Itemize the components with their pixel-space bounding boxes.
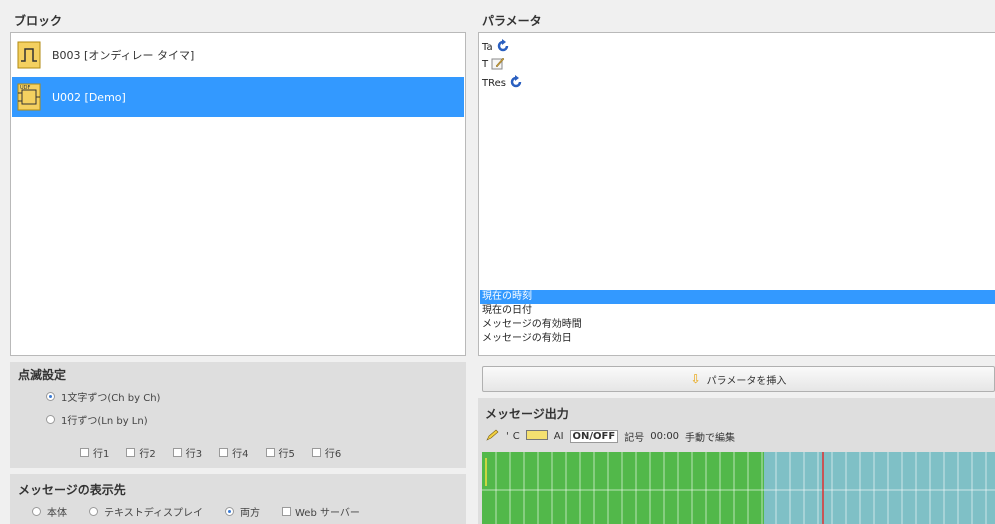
refresh-icon <box>493 38 510 56</box>
radio-button[interactable] <box>46 392 55 401</box>
dest-option-base[interactable]: 本体 <box>32 504 67 519</box>
param-ta[interactable]: Ta <box>482 38 510 56</box>
option-message-valid-date[interactable]: メッセージの有効日 <box>480 332 995 346</box>
checkbox[interactable] <box>282 507 291 516</box>
option-current-date[interactable]: 現在の日付 <box>480 304 995 318</box>
output-toolbar: ' C AI ON/OFF 記号 00:00 手動で編集 <box>486 428 741 444</box>
parameters-header: パラメータ <box>482 14 542 28</box>
dest-option-web-server[interactable]: Web サーバー <box>282 504 360 519</box>
down-arrow-icon: ⇩ <box>690 372 701 386</box>
block-item-b003[interactable]: B003 [オンディレー タイマ] <box>12 35 464 75</box>
refresh-icon <box>506 74 523 92</box>
color-swatch-icon[interactable] <box>525 429 548 443</box>
checkbox[interactable] <box>80 448 89 457</box>
row-checkbox[interactable]: 行3 <box>172 445 202 460</box>
row-checkbox[interactable]: 行4 <box>219 445 249 460</box>
checkbox[interactable] <box>265 448 275 457</box>
message-text-editor: ブロック B003 [オンディレー タイマ] UDF U002 [Demo] パ… <box>0 0 995 524</box>
row-checkbox[interactable]: 行2 <box>126 445 156 460</box>
toolbar-symbol[interactable]: 記号 <box>624 429 644 444</box>
radio-button[interactable] <box>89 507 98 516</box>
blink-row-checkboxes: 行1 行2 行3 行4 行5 行6 <box>80 445 358 460</box>
blink-settings-header: 点滅設定 <box>18 368 67 382</box>
checkbox[interactable] <box>172 448 182 457</box>
dest-option-text-display[interactable]: テキストディスプレイ <box>89 504 203 519</box>
timer-icon <box>16 40 42 70</box>
dest-option-both[interactable]: 両方 <box>225 504 260 519</box>
message-output-header: メッセージ出力 <box>485 407 569 421</box>
param-tres[interactable]: TRes <box>482 74 523 92</box>
cursor-marker: ' <box>506 430 509 442</box>
row-checkbox[interactable]: 行5 <box>265 445 295 460</box>
display-destination-header: メッセージの表示先 <box>18 483 126 497</box>
block-label: U002 [Demo] <box>52 90 126 104</box>
blink-mode-char[interactable]: 1文字ずつ(Ch by Ch) <box>46 389 160 404</box>
block-label: B003 [オンディレー タイマ] <box>52 49 195 62</box>
edit-icon <box>488 56 505 73</box>
pencil-icon[interactable] <box>486 429 500 444</box>
option-current-time[interactable]: 現在の時刻 <box>480 290 995 304</box>
checkbox[interactable] <box>311 448 321 457</box>
blocks-list[interactable]: B003 [オンディレー タイマ] UDF U002 [Demo] <box>10 32 466 356</box>
toolbar-c[interactable]: C <box>513 431 520 442</box>
toolbar-ai[interactable]: AI <box>554 431 564 442</box>
destination-options: 本体 テキストディスプレイ 両方 Web サーバー <box>32 504 382 519</box>
parameters-list[interactable]: Ta T TRes 現在の時刻 現在の日付 メッセージの有効時間 メッセージの有… <box>478 32 995 356</box>
checkbox[interactable] <box>126 448 136 457</box>
toolbar-onoff[interactable]: ON/OFF <box>569 429 619 443</box>
row-checkbox[interactable]: 行1 <box>80 445 109 460</box>
svg-text:UDF: UDF <box>20 85 31 91</box>
message-output-lcd[interactable] <box>482 452 995 524</box>
udf-block-icon: UDF <box>16 82 42 112</box>
lcd-teal-area <box>764 452 995 524</box>
blocks-header: ブロック <box>14 14 63 28</box>
param-t[interactable]: T <box>482 56 505 72</box>
insert-parameter-button[interactable]: ⇩ パラメータを挿入 <box>482 366 995 392</box>
toolbar-time[interactable]: 00:00 <box>650 431 679 442</box>
radio-button[interactable] <box>32 507 41 516</box>
radio-button[interactable] <box>46 415 55 424</box>
toolbar-manual-edit[interactable]: 手動で編集 <box>685 429 735 444</box>
checkbox[interactable] <box>219 448 229 457</box>
blink-mode-line[interactable]: 1行ずつ(Ln by Ln) <box>46 412 148 427</box>
radio-button[interactable] <box>225 507 234 516</box>
option-message-valid-time[interactable]: メッセージの有効時間 <box>480 318 995 332</box>
row-checkbox[interactable]: 行6 <box>311 445 341 460</box>
block-item-u002[interactable]: UDF U002 [Demo] <box>12 77 464 117</box>
